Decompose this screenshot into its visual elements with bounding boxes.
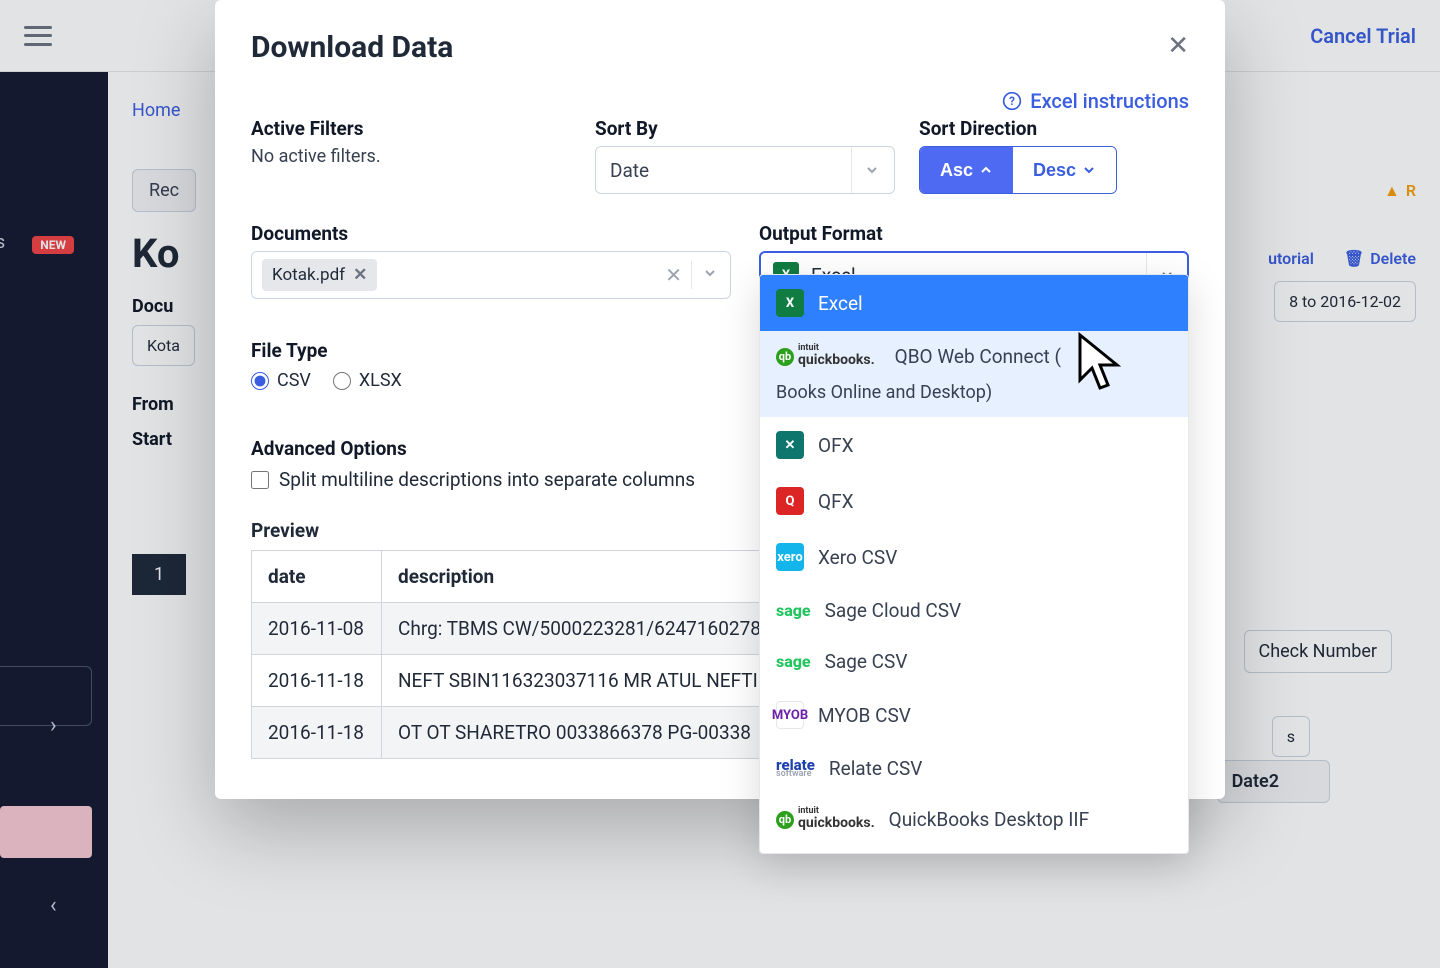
output-option-sage-cloud-csv[interactable]: sageSage Cloud CSV [760,585,1188,636]
excel-instructions-link[interactable]: ? Excel instructions [251,89,1189,113]
sort-by-label: Sort By [595,117,895,140]
col-date: date [252,551,382,603]
xlsx-radio[interactable]: XLSX [333,370,402,391]
download-data-modal: Download Data ✕ ? Excel instructions Act… [215,0,1225,799]
desc-button[interactable]: Desc [1013,147,1116,193]
documents-section: Documents Kotak.pdf ✕ ✕ [251,222,731,299]
sort-direction-section: Sort Direction Asc Desc [919,117,1189,194]
chevron-down-icon[interactable] [702,265,718,285]
output-option-quickbooks-desktop-iif[interactable]: qbintuitquickbooks.QuickBooks Desktop II… [760,794,1188,845]
output-option-myob-csv[interactable]: MYOBMYOB CSV [760,687,1188,743]
documents-label: Documents [251,222,731,245]
output-format-label: Output Format [759,222,1189,245]
chevron-down-icon [1082,163,1096,177]
sort-by-section: Sort By Date [595,117,895,194]
modal-title: Download Data [251,30,453,65]
sort-by-select[interactable]: Date [595,146,895,194]
active-filters-section: Active Filters No active filters. [251,117,571,194]
sort-direction-toggle: Asc Desc [919,146,1117,194]
output-option-quicken-qif[interactable]: QQuicken QIF [760,845,1188,854]
chevron-down-icon [864,162,880,178]
output-option-ofx[interactable]: ✕OFX [760,417,1188,473]
split-checkbox[interactable] [251,471,269,489]
close-icon[interactable]: ✕ [1167,30,1189,61]
sort-direction-label: Sort Direction [919,117,1189,140]
output-format-dropdown: XExcelqbintuitquickbooks.QBO Web Connect… [759,274,1189,854]
active-filters-status: No active filters. [251,146,381,167]
csv-radio[interactable]: CSV [251,370,311,391]
documents-select[interactable]: Kotak.pdf ✕ ✕ [251,251,731,299]
output-option-qfx[interactable]: QQFX [760,473,1188,529]
output-option-sage-csv[interactable]: sageSage CSV [760,636,1188,687]
asc-button[interactable]: Asc [920,147,1013,193]
output-format-section: Output Format X Excel XExcelqbintuitquic… [759,222,1189,299]
svg-text:?: ? [1009,94,1015,108]
output-option-xero-csv[interactable]: xeroXero CSV [760,529,1188,585]
remove-chip-icon[interactable]: ✕ [353,265,367,285]
clear-all-icon[interactable]: ✕ [665,263,682,287]
active-filters-label: Active Filters [251,117,571,140]
output-option-qbo-web-connect-[interactable]: qbintuitquickbooks.QBO Web Connect (Book… [760,331,1188,417]
document-chip: Kotak.pdf ✕ [262,259,377,291]
help-icon: ? [1002,91,1022,111]
split-label: Split multiline descriptions into separa… [279,468,695,491]
modal-overlay: Download Data ✕ ? Excel instructions Act… [0,0,1440,968]
output-option-relate-csv[interactable]: relatesoftwareRelate CSV [760,743,1188,794]
output-option-excel[interactable]: XExcel [760,275,1188,331]
chevron-up-icon [979,163,993,177]
